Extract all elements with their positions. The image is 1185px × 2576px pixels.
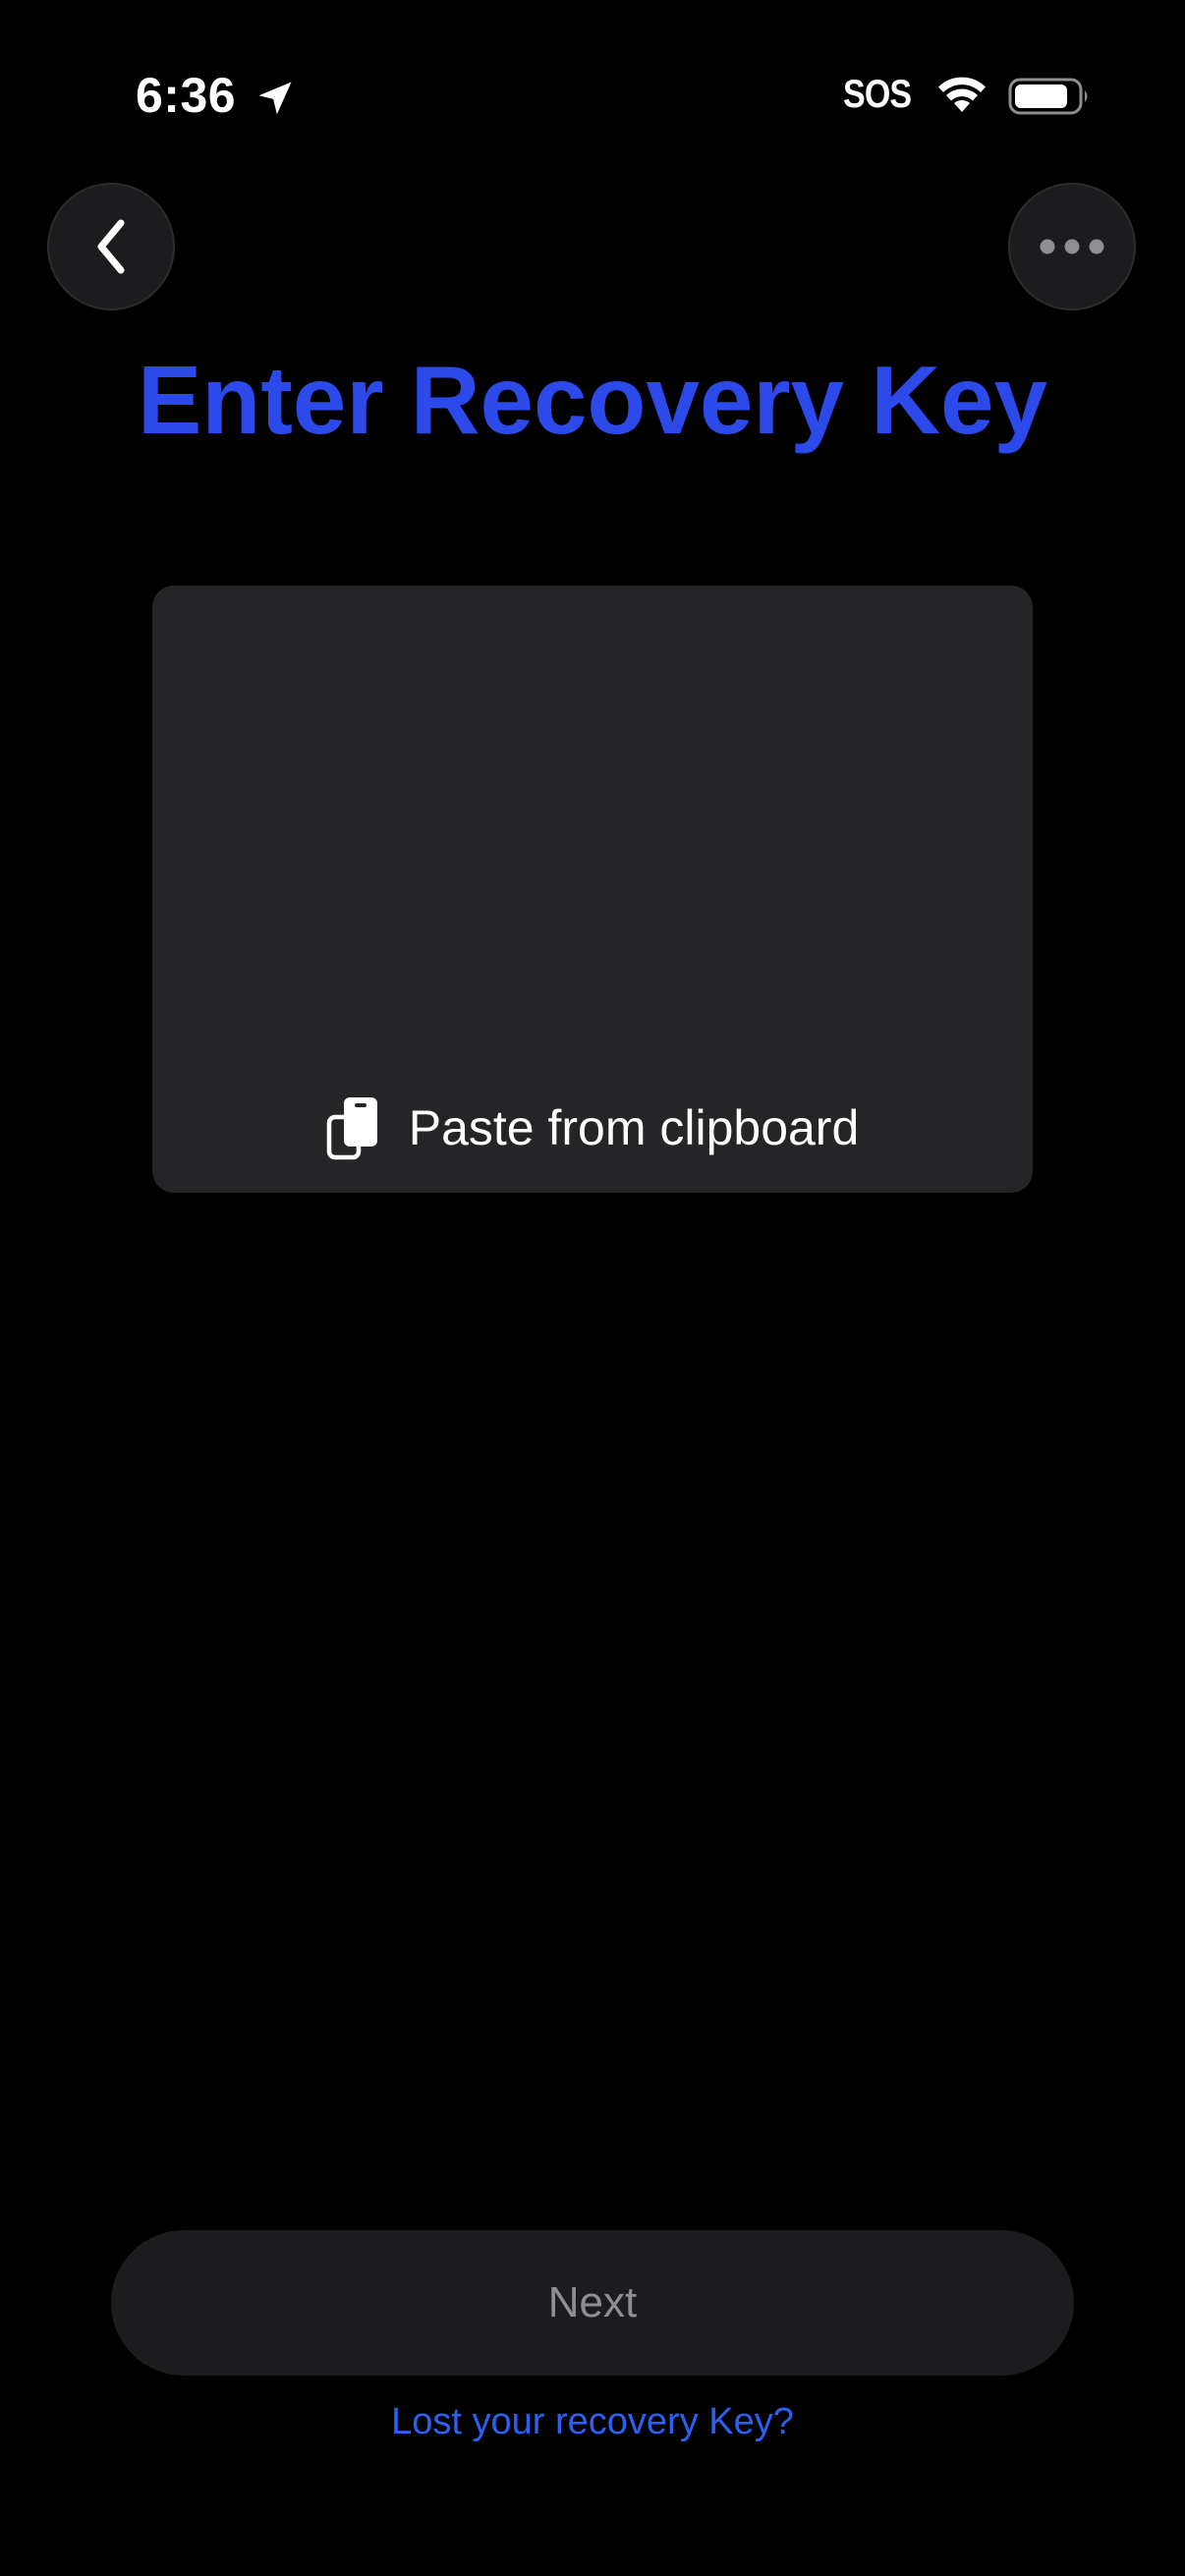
- sos-indicator: SOS: [843, 73, 912, 116]
- ellipsis-icon: [1040, 239, 1104, 254]
- status-bar: 6:36 SOS: [0, 0, 1185, 187]
- battery-icon: [1008, 78, 1088, 115]
- paste-label: Paste from clipboard: [408, 1100, 860, 1155]
- chevron-left-icon: [97, 219, 125, 274]
- more-options-button[interactable]: [1008, 183, 1136, 310]
- back-button[interactable]: [47, 183, 175, 310]
- clipboard-icon: [326, 1097, 377, 1160]
- paste-from-clipboard-button[interactable]: Paste from clipboard: [152, 1092, 1033, 1163]
- wifi-icon: [938, 77, 986, 112]
- next-button[interactable]: Next: [111, 2230, 1074, 2376]
- page-title: Enter Recovery Key: [137, 346, 1048, 454]
- lost-recovery-key-link[interactable]: Lost your recovery Key?: [0, 2401, 1185, 2443]
- recovery-key-input[interactable]: Paste from clipboard: [152, 586, 1033, 1193]
- location-arrow-icon: [258, 82, 292, 115]
- status-time: 6:36: [136, 68, 237, 123]
